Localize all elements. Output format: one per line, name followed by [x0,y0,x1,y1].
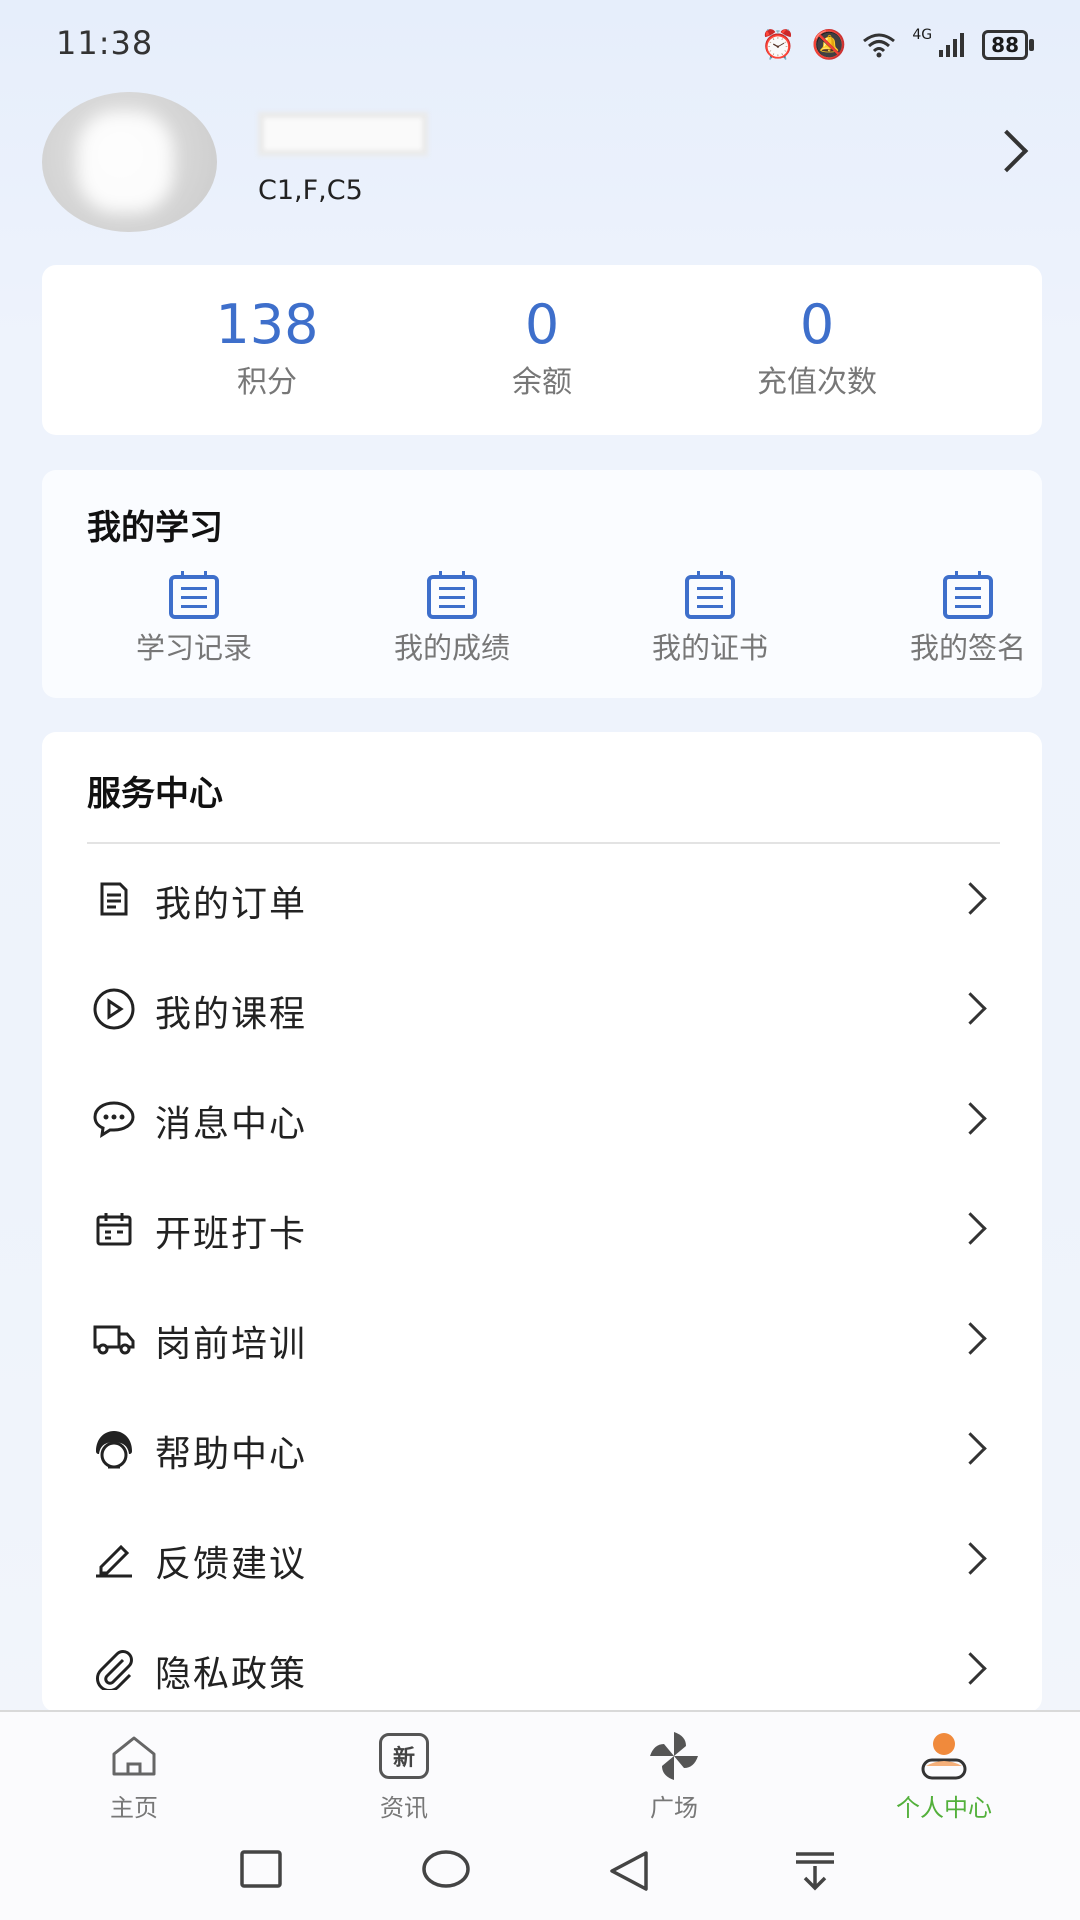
stat-label: 积分 [237,365,297,400]
chevron-right-icon [954,1322,987,1355]
service-center-card: 服务中心 我的订单 我的课程 消息中心 开班打卡 岗前培训 帮助中心 反馈建议 … [42,732,1042,1712]
home-icon [59,1730,209,1782]
tab-profile[interactable]: 个人中心 [869,1730,1019,1823]
my-study-card: 我的学习 学习记录 我的成绩 我的证书 我的签名 [42,470,1042,698]
divider [87,842,1000,844]
document-icon [169,571,219,619]
stat-points[interactable]: 138 积分 [147,295,387,401]
document-icon [427,571,477,619]
tab-home[interactable]: 主页 [59,1730,209,1823]
order-icon [92,877,136,921]
service-title: 服务中心 [87,774,223,814]
stat-value: 138 [215,293,319,356]
system-nav-bar [0,1822,1080,1920]
calendar-icon [92,1207,136,1251]
truck-icon [92,1317,136,1361]
pinwheel-icon [599,1730,749,1782]
service-item-training[interactable]: 岗前培训 [42,1285,1042,1395]
stat-value: 0 [524,293,560,356]
notification-pulldown-icon[interactable] [792,1850,838,1892]
chevron-right-icon [954,1102,987,1135]
study-item-scores[interactable]: 我的成绩 [352,571,552,667]
alarm-icon: ⏰ [760,28,796,61]
username [258,112,428,156]
paperclip-icon [92,1647,136,1691]
service-item-privacy[interactable]: 隐私政策 [42,1615,1042,1725]
back-icon[interactable] [606,1850,652,1892]
tab-label: 资讯 [380,1794,428,1822]
document-icon [685,571,735,619]
status-time: 11:38 [56,24,154,62]
service-item-orders[interactable]: 我的订单 [42,845,1042,955]
person-icon [869,1730,1019,1782]
play-icon [92,987,136,1031]
chevron-right-icon [954,992,987,1025]
tab-label: 主页 [110,1794,158,1822]
stat-value: 0 [799,293,835,356]
study-item-label: 学习记录 [135,631,252,665]
stat-label: 余额 [512,365,572,400]
service-item-feedback[interactable]: 反馈建议 [42,1505,1042,1615]
chat-icon [92,1097,136,1141]
home-nav-icon[interactable] [420,1850,472,1890]
recent-apps-icon[interactable] [238,1850,284,1890]
signal-icon [939,32,965,57]
wifi-icon [863,33,896,57]
license-classes: C1,F,C5 [258,175,363,206]
study-item-label: 我的证书 [651,631,768,665]
stat-label: 充值次数 [757,365,877,400]
study-item-label: 我的签名 [909,631,1026,665]
chevron-right-icon [954,1212,987,1245]
chevron-right-icon [954,1542,987,1575]
study-item-records[interactable]: 学习记录 [94,571,294,667]
avatar[interactable] [42,92,217,232]
service-item-label: 开班打卡 [155,1214,308,1255]
service-item-help[interactable]: 帮助中心 [42,1395,1042,1505]
service-item-messages[interactable]: 消息中心 [42,1065,1042,1175]
chevron-right-icon [954,1432,987,1465]
study-title: 我的学习 [87,508,223,548]
pencil-icon [92,1537,136,1581]
battery-indicator: 88 [982,29,1034,60]
tab-label: 广场 [650,1794,698,1822]
service-item-label: 我的订单 [155,884,308,925]
service-item-label: 反馈建议 [155,1544,308,1585]
status-icons: ⏰ 🔕 4G 88 [760,26,1034,61]
bottom-tab-bar: 主页 新 资讯 广场 个人中心 [0,1710,1080,1824]
chevron-right-icon [954,1652,987,1685]
profile-chevron-right-icon[interactable] [985,129,1029,173]
service-item-label: 我的课程 [155,994,308,1035]
mute-icon: 🔕 [811,28,847,61]
service-item-label: 帮助中心 [155,1434,308,1475]
document-icon [943,571,993,619]
stat-balance[interactable]: 0 余额 [422,295,662,401]
status-bar: 11:38 ⏰ 🔕 4G 88 [0,0,1080,90]
service-item-label: 隐私政策 [155,1654,308,1695]
chevron-right-icon [954,882,987,915]
tab-news[interactable]: 新 资讯 [329,1730,479,1823]
service-item-label: 岗前培训 [155,1324,308,1365]
service-item-courses[interactable]: 我的课程 [42,955,1042,1065]
service-item-checkin[interactable]: 开班打卡 [42,1175,1042,1285]
tab-square[interactable]: 广场 [599,1730,749,1823]
news-icon: 新 [329,1730,479,1782]
network-type: 4G [912,26,933,43]
support-icon [92,1427,136,1471]
study-item-certificates[interactable]: 我的证书 [610,571,810,667]
tab-label: 个人中心 [896,1794,992,1822]
stats-card: 138 积分 0 余额 0 充值次数 [42,265,1042,435]
study-item-signature[interactable]: 我的签名 [868,571,1068,667]
service-item-label: 消息中心 [155,1104,308,1145]
study-item-label: 我的成绩 [393,631,510,665]
stat-recharge-count[interactable]: 0 充值次数 [697,295,937,401]
